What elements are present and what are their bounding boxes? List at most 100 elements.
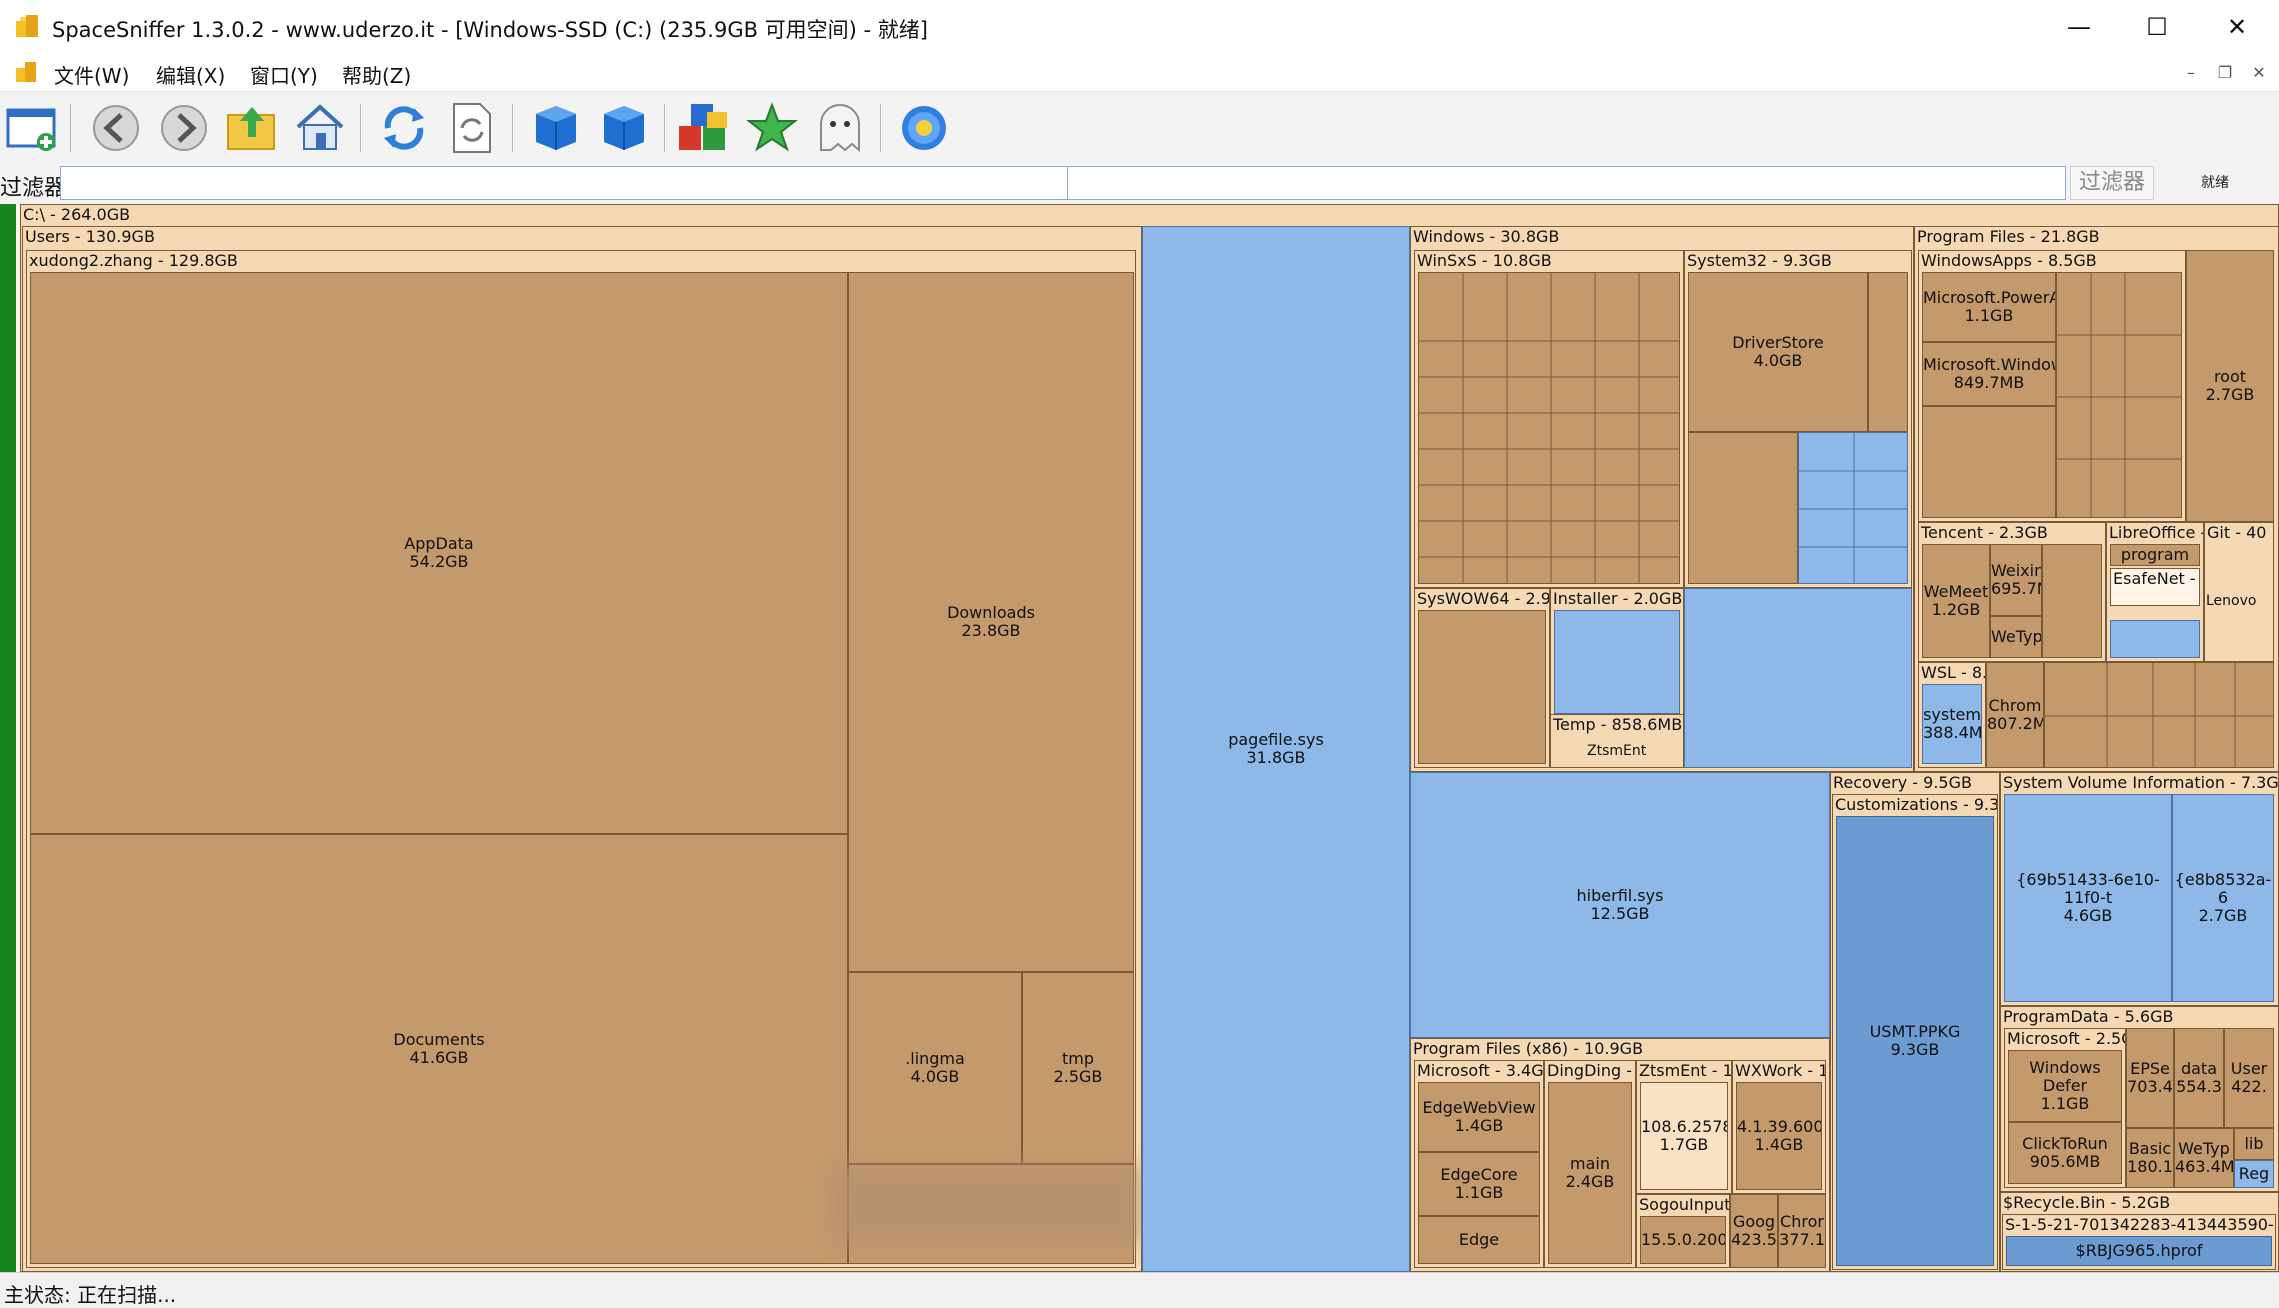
windows-defender-block[interactable]: Windows Defer 1.1GB [2008,1050,2122,1122]
wsl-system-block[interactable]: system 388.4M [1922,684,1982,764]
sogou-label: SogouInput [1639,1195,1730,1214]
new-scan-icon[interactable] [4,100,60,156]
git-block[interactable]: Git - 40 Lenovo [2204,522,2274,662]
home-icon[interactable] [292,100,348,156]
epse-block[interactable]: EPSe 703.4 [2126,1028,2174,1128]
edgewebview-block[interactable]: EdgeWebView 1.4GB [1418,1082,1540,1152]
temp-ztsment-label: ZtsmEnt [1587,743,1647,759]
cubes-color-icon[interactable] [676,100,732,156]
scan-progress-bar [0,204,16,1272]
esafenet-block[interactable]: EsafeNet - 5 [2110,568,2200,606]
wxwork-ver-block[interactable]: 4.1.39.600 1.4GB [1736,1082,1822,1190]
user-block[interactable]: User 422. [2224,1028,2274,1128]
cube-blue-2-icon[interactable] [596,100,652,156]
chrom-block[interactable]: Chror 377.1 [1778,1194,1826,1268]
filter-button[interactable]: 过滤器 [2070,166,2154,200]
title-bar: SpaceSniffer 1.3.0.2 - www.uderzo.it - [… [0,0,2279,54]
cube-blue-icon[interactable] [528,100,584,156]
menu-window[interactable]: 窗口(Y) [250,60,318,89]
driverstore-block[interactable]: DriverStore 4.0GB [1688,272,1868,432]
maximize-button[interactable]: ☐ [2118,0,2196,54]
wetype-block[interactable]: WeTyp [1990,616,2042,658]
svi-a-block[interactable]: {69b51433-6e10-11f0-t 4.6GB [2004,794,2172,1002]
mdi-minimize-button[interactable]: – [2180,62,2202,84]
lingma-size: 4.0GB [910,1067,960,1086]
winsxs-items-block[interactable] [1418,272,1680,584]
chrom2-block[interactable]: Chrom 807.2M [1986,662,2044,768]
ms-powera-block[interactable]: Microsoft.PowerA 1.1GB [1922,272,2056,342]
goog-block[interactable]: Goog 423.5 [1730,1194,1778,1268]
star-icon[interactable] [744,100,800,156]
hiberfil-block[interactable]: hiberfil.sys 12.5GB [1410,772,1830,1038]
basic-block[interactable]: Basic 180.1 [2126,1128,2174,1188]
ms-window-block[interactable]: Microsoft.Window 849.7MB [1922,342,2056,406]
temp-block[interactable]: Temp - 858.6MB ZtsmEnt [1550,714,1684,768]
windowsapps-misc-a-block[interactable] [1922,406,2056,518]
pfx86-microsoft-label: Microsoft - 3.4GB [1417,1061,1544,1080]
weixin-block[interactable]: Weixin 695.7M [1990,544,2042,616]
installer-items-block[interactable] [1554,610,1680,714]
ghost-icon[interactable] [812,100,868,156]
flower-icon[interactable] [896,100,952,156]
svi-b-block[interactable]: {e8b8532a-6 2.7GB [2172,794,2274,1002]
menu-edit[interactable]: 编辑(X) [156,60,225,89]
filter-label: 过滤器 [0,176,67,201]
lenovo-label: Lenovo [2206,593,2257,609]
downloads-name: Downloads [947,603,1035,622]
root-folder-block[interactable]: root 2.7GB [2186,250,2274,522]
menu-file[interactable]: 文件(W) [54,60,129,89]
windowsapps-misc-b-block[interactable] [2056,272,2182,518]
documents-block[interactable]: Documents 41.6GB [30,834,848,1264]
system32-sysfiles-block[interactable] [1798,432,1908,584]
basic-label: Basic 180.1 [2127,1139,2173,1176]
downloads-block[interactable]: Downloads 23.8GB [848,272,1134,972]
syswow64-items-block[interactable] [1418,610,1546,764]
filter-input-extent[interactable] [1068,166,2066,200]
lingma-block[interactable]: .lingma 4.0GB [848,972,1022,1164]
svi-label: System Volume Information - 7.3GB [2003,773,2279,792]
treemap[interactable]: C:\ - 264.0GB Users - 130.9GB xudong2.zh… [0,204,2279,1272]
status-bar: 主状态: 正在扫描... [0,1272,2279,1307]
edgecore-block[interactable]: EdgeCore 1.1GB [1418,1152,1540,1216]
system32-misc-block[interactable] [1868,272,1908,432]
edgecore-label: EdgeCore 1.1GB [1440,1165,1518,1202]
wemeet-block[interactable]: WeMeet 1.2GB [1922,544,1990,658]
syswow64-label: SysWOW64 - 2.9( [1417,589,1550,608]
installer-label: Installer - 2.0GB [1553,589,1683,608]
refresh-icon[interactable] [376,100,432,156]
windows-misc-block[interactable] [1684,588,1912,768]
edge-block[interactable]: Edge [1418,1216,1540,1264]
appdata-size: 54.2GB [409,552,469,571]
program-files-misc-block[interactable] [2044,662,2274,768]
filter-input[interactable] [60,166,1068,200]
up-folder-icon[interactable] [224,100,280,156]
close-button[interactable]: ✕ [2198,0,2276,54]
ztsment-ver-block[interactable]: 108.6.25787 1.7GB [1640,1082,1728,1190]
forward-icon[interactable] [156,100,212,156]
refresh-doc-icon[interactable] [444,100,500,156]
tencent-misc-block[interactable] [2042,544,2102,658]
dingding-main-block[interactable]: main 2.4GB [1548,1082,1632,1264]
appdata-block[interactable]: AppData 54.2GB [30,272,848,834]
sogou-ver-block[interactable]: 15.5.0.200 [1640,1216,1726,1264]
sogou-ver-label: 15.5.0.200 [1641,1230,1726,1249]
recycle-file-block[interactable]: $RBJG965.hprof [2006,1236,2272,1266]
tmp-block[interactable]: tmp 2.5GB [1022,972,1134,1164]
data-block[interactable]: data 554.3 [2174,1028,2224,1128]
libreoffice-sys-block[interactable] [2110,620,2200,658]
clicktorun-block[interactable]: ClickToRun 905.6MB [2008,1122,2122,1184]
system32-files-block[interactable] [1688,432,1798,584]
libreoffice-program-block[interactable]: program [2110,544,2200,566]
mdi-close-button[interactable]: ✕ [2248,62,2270,84]
blurred-region [830,1164,1140,1244]
minimize-button[interactable]: — [2040,0,2118,54]
mdi-restore-button[interactable]: ❐ [2214,62,2236,84]
lib-block[interactable]: lib [2234,1128,2274,1160]
libreoffice-label: LibreOffice - [2109,523,2204,542]
pagefile-block[interactable]: pagefile.sys 31.8GB [1142,226,1410,1272]
wetyp2-block[interactable]: WeTyp 463.4M [2174,1128,2234,1188]
reg-block[interactable]: Reg [2234,1160,2274,1188]
menu-help[interactable]: 帮助(Z) [342,60,411,89]
back-icon[interactable] [88,100,144,156]
usmt-block[interactable]: USMT.PPKG 9.3GB [1836,816,1994,1266]
